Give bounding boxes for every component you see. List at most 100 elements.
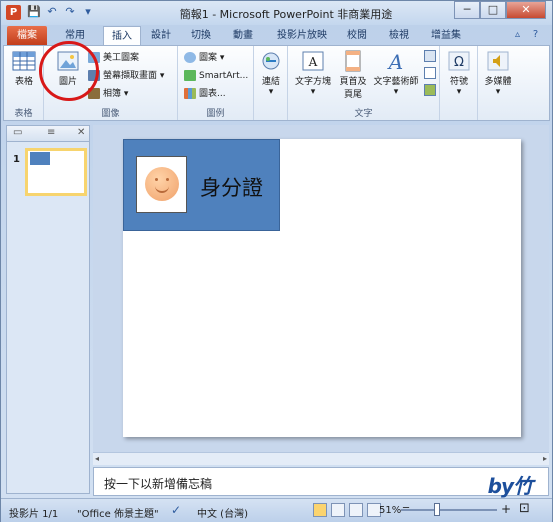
zoom-slider[interactable] — [401, 509, 497, 511]
tab-addins[interactable]: 增益集 — [425, 26, 467, 45]
screenshot-label: 螢幕擷取畫面 — [103, 71, 158, 81]
theme-name[interactable]: "Office 佈景主題" — [77, 505, 159, 520]
help-icon[interactable]: ? — [529, 28, 542, 41]
status-bar: 投影片 1/1 "Office 佈景主題" ✓ 中文 (台灣) 51% ─ + … — [1, 498, 552, 522]
shapes-button[interactable]: 圖案 ▾ — [184, 51, 224, 65]
chart-label: 圖表... — [199, 89, 226, 99]
group-table: 表格 表格 — [4, 46, 44, 120]
date-time-icon[interactable] — [424, 50, 436, 62]
shapes-label: 圖案 — [199, 53, 218, 63]
tab-animations[interactable]: 動畫 — [227, 26, 259, 45]
wordart-dropdown-icon: ▾ — [393, 87, 399, 97]
chart-icon — [184, 88, 196, 99]
watermark-logo: by竹 — [487, 474, 533, 498]
table-button[interactable]: 表格 — [9, 50, 39, 87]
link-dropdown-icon: ▾ — [268, 87, 274, 97]
redo-icon[interactable]: ↷ — [63, 5, 77, 19]
zoom-in-icon[interactable]: + — [501, 502, 511, 516]
media-button[interactable]: 多媒體 ▾ — [480, 50, 516, 97]
shapes-icon — [184, 52, 196, 63]
notes-placeholder: 按一下以新增備忘稿 — [104, 477, 213, 491]
tab-review[interactable]: 校閱 — [341, 26, 373, 45]
slide-sorter-button[interactable] — [331, 503, 345, 517]
zoom-level[interactable]: 51% — [379, 505, 401, 516]
photo-album-label: 相簿 — [103, 89, 122, 99]
header-footer-button[interactable]: 頁首及 頁尾 — [336, 50, 370, 100]
tab-file[interactable]: 檔案 — [7, 26, 47, 45]
group-text: A 文字方塊 ▾ 頁首及 頁尾 A 文字藝術師 ▾ 文字 — [288, 46, 440, 120]
zoom-slider-thumb[interactable] — [434, 503, 440, 516]
chart-button[interactable]: 圖表... — [184, 87, 226, 101]
wordart-button[interactable]: A 文字藝術師 ▾ — [372, 50, 420, 97]
clipart-label: 美工圖案 — [103, 53, 140, 63]
wordart-label: 文字藝術師 — [373, 77, 419, 87]
tab-transitions[interactable]: 切換 — [185, 26, 217, 45]
scroll-right-icon[interactable]: ▸ — [543, 454, 547, 463]
media-dropdown-icon: ▾ — [495, 87, 501, 97]
tab-slideshow[interactable]: 投影片放映 — [269, 26, 335, 45]
symbol-button[interactable]: Ω 符號 ▾ — [444, 50, 474, 97]
powerpoint-app-icon[interactable]: P — [6, 5, 21, 20]
object-icon[interactable] — [424, 84, 436, 96]
annotation-circle — [39, 41, 99, 101]
screenshot-button[interactable]: 螢幕擷取畫面 ▾ — [88, 69, 164, 83]
slide-thumbnail[interactable] — [25, 148, 87, 196]
save-icon[interactable]: 💾 — [27, 5, 41, 19]
maximize-button[interactable]: □ — [480, 1, 506, 19]
slide-count: 投影片 1/1 — [9, 509, 59, 520]
normal-view-button[interactable] — [313, 503, 327, 517]
group-media: 多媒體 ▾ — [478, 46, 518, 120]
smiley-face-icon — [145, 167, 179, 201]
wordart-icon: A — [387, 50, 403, 72]
shapes-dropdown-icon: ▾ — [217, 53, 225, 63]
id-card-title[interactable]: 身分證 — [200, 172, 263, 202]
outline-tab-icon[interactable]: ≡ — [47, 127, 55, 138]
language-indicator[interactable]: 中文 (台灣) — [197, 505, 248, 520]
textbox-button[interactable]: A 文字方塊 ▾ — [292, 50, 334, 97]
window-controls: ─ □ ✕ — [454, 1, 546, 19]
album-dropdown-icon: ▾ — [121, 89, 129, 99]
powerpoint-window: P 💾 ↶ ↷ ▾ 簡報1 - Microsoft PowerPoint 非商業… — [0, 0, 553, 522]
close-button[interactable]: ✕ — [506, 1, 546, 19]
slides-panel: ▭ ≡ ✕ 1 — [6, 125, 90, 494]
group-label-illustrations: 圖例 — [206, 109, 225, 119]
group-symbols: Ω 符號 ▾ — [440, 46, 478, 120]
slide-canvas[interactable]: 身分證 — [123, 139, 521, 437]
minimize-button[interactable]: ─ — [454, 1, 480, 19]
quick-access-toolbar: 💾 ↶ ↷ ▾ — [27, 5, 95, 21]
slides-tab-icon[interactable]: ▭ — [13, 127, 22, 138]
spellcheck-icon[interactable]: ✓ — [171, 503, 181, 517]
thumbnail-id-block — [30, 152, 50, 165]
tab-design[interactable]: 設計 — [145, 26, 177, 45]
link-button[interactable]: 連結 ▾ — [257, 50, 285, 97]
notes-pane[interactable]: 按一下以新增備忘稿 by竹 — [93, 467, 549, 498]
slide-number-icon[interactable] — [424, 67, 436, 79]
smartart-button[interactable]: SmartArt... — [184, 69, 248, 83]
tab-view[interactable]: 檢視 — [383, 26, 415, 45]
slide-number: 1 — [13, 154, 20, 165]
photo-album-button[interactable]: 相簿 ▾ — [88, 87, 128, 101]
header-footer-label-1: 頁首及 — [339, 77, 367, 87]
reading-view-button[interactable] — [349, 503, 363, 517]
table-icon — [12, 51, 36, 71]
group-label-table: 表格 — [14, 109, 33, 119]
horizontal-scrollbar[interactable]: ◂ ▸ — [93, 452, 549, 465]
tab-insert[interactable]: 插入 — [103, 26, 141, 46]
svg-text:Ω: Ω — [454, 55, 464, 70]
help-area: ▵ ? — [511, 28, 542, 41]
speaker-icon — [487, 51, 509, 71]
table-button-label: 表格 — [14, 77, 33, 87]
fit-to-window-icon[interactable]: ⊡ — [519, 501, 530, 516]
smartart-label: SmartArt... — [199, 71, 249, 81]
collapse-ribbon-icon[interactable]: ▵ — [511, 28, 524, 41]
panel-tabs: ▭ ≡ ✕ — [7, 126, 89, 142]
media-label: 多媒體 — [484, 77, 512, 87]
scroll-left-icon[interactable]: ◂ — [95, 454, 99, 463]
undo-icon[interactable]: ↶ — [45, 5, 59, 19]
omega-icon: Ω — [448, 51, 470, 71]
customize-qat-icon[interactable]: ▾ — [81, 5, 95, 19]
text-small-icons — [424, 50, 438, 96]
photo-frame[interactable] — [136, 156, 187, 213]
id-card-shape[interactable]: 身分證 — [123, 139, 280, 231]
close-panel-icon[interactable]: ✕ — [77, 127, 85, 138]
